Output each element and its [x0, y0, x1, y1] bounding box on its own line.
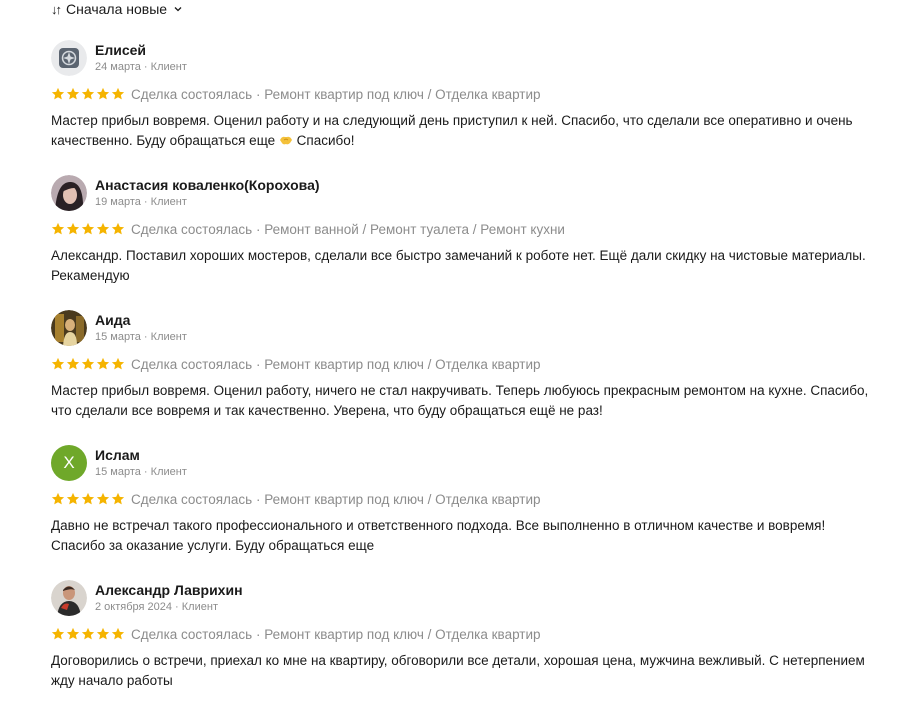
star-icon — [96, 357, 110, 370]
review-text: Давно не встречал такого профессионально… — [51, 518, 826, 553]
star-rating — [51, 222, 125, 236]
sort-label: Сначала новые — [66, 1, 168, 17]
review-meta: 2 октября 2024 · Клиент — [95, 601, 218, 613]
review-tags: Сделка состоялась · Ремонт квартир под к… — [131, 626, 541, 642]
review-card: Елисей 24 марта · Клиент Сделка состояла… — [51, 40, 881, 151]
star-icon — [51, 87, 65, 100]
review-card: Анастасия коваленко(Корохова) 19 марта ·… — [51, 175, 881, 286]
star-icon — [81, 222, 95, 235]
sort-dropdown[interactable]: ↓↑ Сначала новые — [51, 1, 182, 17]
sort-arrows-icon: ↓↑ — [51, 1, 62, 17]
star-icon — [51, 627, 65, 640]
star-icon — [96, 627, 110, 640]
star-rating — [51, 492, 125, 506]
review-tags: Сделка состоялась · Ремонт квартир под к… — [131, 356, 541, 372]
review-text: Александр. Поставил хороших мостеров, сд… — [51, 248, 866, 283]
reviewer-name[interactable]: Анастасия коваленко(Корохова) — [95, 176, 320, 194]
star-icon — [96, 492, 110, 505]
star-icon — [111, 357, 125, 370]
reviewer-name[interactable]: Александр Лаврихин — [95, 581, 243, 599]
review-card: Х Ислам 15 марта · Клиент Сделка состоял… — [51, 445, 881, 556]
star-icon — [66, 492, 80, 505]
chevron-down-icon — [174, 7, 182, 12]
review-meta: 15 марта · Клиент — [95, 466, 187, 478]
reviewer-name[interactable]: Елисей — [95, 41, 187, 59]
star-icon — [51, 492, 65, 505]
star-icon — [81, 627, 95, 640]
star-icon — [96, 222, 110, 235]
reviewer-name[interactable]: Аида — [95, 311, 187, 329]
review-text: Мастер прибыл вовремя. Оценил работу и н… — [51, 113, 853, 148]
reviewer-name[interactable]: Ислам — [95, 446, 187, 464]
review-meta: 24 марта · Клиент — [95, 61, 187, 73]
avatar[interactable] — [51, 40, 87, 76]
handshake-emoji-icon — [279, 136, 292, 145]
star-icon — [66, 87, 80, 100]
star-icon — [81, 357, 95, 370]
star-icon — [81, 492, 95, 505]
star-icon — [111, 222, 125, 235]
star-icon — [81, 87, 95, 100]
avatar[interactable] — [51, 310, 87, 346]
star-icon — [66, 222, 80, 235]
review-tags: Сделка состоялась · Ремонт квартир под к… — [131, 491, 541, 507]
review-tags: Сделка состоялась · Ремонт ванной / Ремо… — [131, 221, 565, 237]
star-icon — [111, 627, 125, 640]
avatar[interactable] — [51, 175, 87, 211]
avatar[interactable] — [51, 580, 87, 616]
review-text: Договорились о встречи, приехал ко мне н… — [51, 653, 865, 688]
star-icon — [66, 627, 80, 640]
star-rating — [51, 357, 125, 371]
review-meta: 19 марта · Клиент — [95, 196, 187, 208]
star-icon — [51, 222, 65, 235]
star-icon — [66, 357, 80, 370]
review-tags: Сделка состоялась · Ремонт квартир под к… — [131, 86, 541, 102]
review-card: Александр Лаврихин 2 октября 2024 · Клие… — [51, 580, 881, 691]
review-text: Мастер прибыл вовремя. Оценил работу, ни… — [51, 383, 869, 418]
star-icon — [111, 87, 125, 100]
star-icon — [51, 357, 65, 370]
review-meta: 15 марта · Клиент — [95, 331, 187, 343]
avatar[interactable]: Х — [51, 445, 87, 481]
review-card: Аида 15 марта · Клиент Сделка состоялась… — [51, 310, 881, 421]
star-rating — [51, 627, 125, 641]
star-icon — [96, 87, 110, 100]
star-rating — [51, 87, 125, 101]
star-icon — [111, 492, 125, 505]
